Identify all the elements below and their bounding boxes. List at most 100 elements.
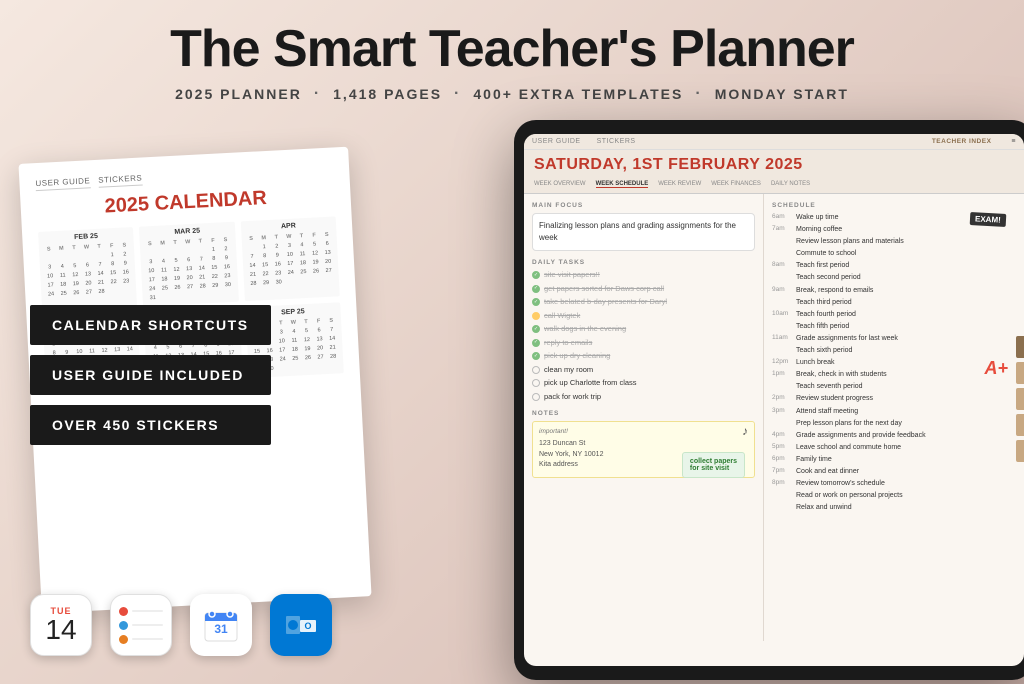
task-check-10[interactable] [532, 393, 540, 401]
calendar-day-number: 14 [45, 616, 76, 644]
sched-21: 6pm Family time [772, 455, 1016, 464]
task-check-6[interactable]: ✓ [532, 339, 540, 347]
task-check-8[interactable] [532, 366, 540, 374]
task-check-5[interactable]: ✓ [532, 325, 540, 333]
task-text-10: pack for work trip [544, 392, 601, 403]
tablet-nav-tabs: WEEK OVERVIEW WEEK SCHEDULE WEEK REVIEW … [524, 178, 1024, 194]
page-title: The Smart Teacher's Planner [0, 22, 1024, 77]
dot-3: · [695, 85, 702, 103]
task-check-4[interactable] [532, 312, 540, 320]
aplus-badge: A+ [984, 358, 1008, 379]
badge-stickers: OVER 450 STICKERS [30, 405, 271, 445]
teacher-index-label: TEACHER INDEX [932, 138, 992, 145]
sched-17: 3pm Attend staff meeting [772, 407, 1016, 416]
task-text-4: call Wigtek [544, 311, 580, 322]
task-3: ✓ take belated b-day presents for Daryl [532, 297, 755, 308]
badge-user-guide: USER GUIDE INCLUDED [30, 355, 271, 395]
task-text-5: walk dogs in the evening [544, 324, 626, 335]
side-tab-3[interactable] [1016, 388, 1024, 410]
task-4: call Wigtek [532, 311, 755, 322]
tablet-tab-user-guide[interactable]: USER GUIDE [532, 138, 581, 145]
sched-4: Commute to school [772, 249, 1016, 258]
tablet-left-col: MAIN FOCUS Finalizing lesson plans and g… [524, 194, 764, 641]
tablet-outer: USER GUIDE STICKERS TEACHER INDEX ≡ SATU… [514, 120, 1024, 680]
header: The Smart Teacher's Planner 2025 PLANNER… [0, 0, 1024, 103]
cal-apr: APR SMTWTFS 123456 78910111213 141516171… [240, 216, 339, 301]
outlook-icon[interactable]: O [270, 594, 332, 656]
sched-8: Teach third period [772, 298, 1016, 307]
task-check-1[interactable]: ✓ [532, 271, 540, 279]
tablet-tab-stickers[interactable]: STICKERS [597, 138, 636, 145]
important-label: important! [539, 428, 748, 435]
sched-12: Teach sixth period [772, 346, 1016, 355]
sched-14: 1pm Break, check in with students [772, 370, 1016, 379]
side-tab-2[interactable] [1016, 362, 1024, 384]
task-text-6: reply to emails [544, 338, 592, 349]
daily-tasks-label: DAILY TASKS [532, 259, 755, 266]
task-text-2: get papers sorted for Daws corp call [544, 284, 664, 295]
task-check-7[interactable]: ✓ [532, 352, 540, 360]
dot-1: · [314, 85, 321, 103]
main-focus-label: MAIN FOCUS [532, 202, 755, 209]
task-9: pick up Charlotte from class [532, 378, 755, 389]
nav-week-review[interactable]: WEEK REVIEW [658, 181, 701, 188]
task-10: pack for work trip [532, 392, 755, 403]
task-check-2[interactable]: ✓ [532, 285, 540, 293]
sched-20: 5pm Leave school and commute home [772, 443, 1016, 452]
main-focus-box: Finalizing lesson plans and grading assi… [532, 213, 755, 251]
schedule-list: EXAM! A+ 6am Wake up time 7am Morning co… [772, 213, 1016, 512]
side-tab-5[interactable] [1016, 440, 1024, 462]
subtitle-part-2: 1,418 PAGES [333, 86, 442, 102]
hamburger-icon: ≡ [1011, 138, 1016, 145]
sched-13: 12pm Lunch break [772, 358, 1016, 367]
nav-week-finances[interactable]: WEEK FINANCES [711, 181, 761, 188]
tablet-top-tabs: USER GUIDE STICKERS TEACHER INDEX ≡ [524, 134, 1024, 150]
side-tab-4[interactable] [1016, 414, 1024, 436]
sched-25: Relax and unwind [772, 503, 1016, 512]
sched-18: Prep lesson plans for the next day [772, 419, 1016, 428]
paper-tab-1: USER GUIDE [35, 176, 90, 191]
sched-23: 8pm Review tomorrow's schedule [772, 479, 1016, 488]
sched-3: Review lesson plans and materials [772, 237, 1016, 246]
nav-week-schedule[interactable]: WEEK SCHEDULE [596, 181, 649, 188]
subtitle-part-4: MONDAY START [715, 86, 849, 102]
side-tabs [1016, 336, 1024, 464]
exam-sticker: EXAM! [970, 212, 1006, 227]
task-text-3: take belated b-day presents for Daryl [544, 297, 667, 308]
sched-9: 10am Teach fourth period [772, 310, 1016, 319]
task-text-1: site visit papers!! [544, 270, 600, 281]
tablet-mockup: USER GUIDE STICKERS TEACHER INDEX ≡ SATU… [514, 120, 1024, 680]
paper-calendar-title: 2025 CALENDAR [36, 183, 335, 222]
outlook-logo: O [282, 606, 320, 644]
sched-11: 11am Grade assignments for last week [772, 334, 1016, 343]
subtitle-part-1: 2025 PLANNER [175, 86, 302, 102]
music-note-icon: ♪ [742, 424, 748, 438]
apple-calendar-icon[interactable]: TUE 14 [30, 594, 92, 656]
task-text-9: pick up Charlotte from class [544, 378, 637, 389]
nav-daily-notes[interactable]: DAILY NOTES [771, 181, 810, 188]
tasks-icon[interactable] [110, 594, 172, 656]
tablet-body: MAIN FOCUS Finalizing lesson plans and g… [524, 194, 1024, 641]
tablet-date-header: SATURDAY, 1ST FEBRUARY 2025 [524, 150, 1024, 178]
app-icons-row: TUE 14 31 [30, 594, 332, 656]
feature-badges: CALENDAR SHORTCUTS USER GUIDE INCLUDED O… [30, 305, 271, 445]
sched-15: Teach seventh period [772, 382, 1016, 391]
sched-24: Read or work on personal projects [772, 491, 1016, 500]
side-tab-1[interactable] [1016, 336, 1024, 358]
sched-5: 8am Teach first period [772, 261, 1016, 270]
task-text-7: pick up dry cleaning [544, 351, 610, 362]
sched-10: Teach fifth period [772, 322, 1016, 331]
google-calendar-icon[interactable]: 31 [190, 594, 252, 656]
task-8: clean my room [532, 365, 755, 376]
nav-week-overview[interactable]: WEEK OVERVIEW [534, 181, 586, 188]
task-check-3[interactable]: ✓ [532, 298, 540, 306]
task-check-9[interactable] [532, 379, 540, 387]
dot-2: · [454, 85, 461, 103]
schedule-label: SCHEDULE [772, 202, 1016, 209]
tablet-date: SATURDAY, 1ST FEBRUARY 2025 [534, 156, 803, 174]
sched-7: 9am Break, respond to emails [772, 286, 1016, 295]
task-6: ✓ reply to emails [532, 338, 755, 349]
task-1: ✓ site visit papers!! [532, 270, 755, 281]
tablet-right-col: SCHEDULE EXAM! A+ 6am Wake up time 7am M… [764, 194, 1024, 641]
tablet-screen: USER GUIDE STICKERS TEACHER INDEX ≡ SATU… [524, 134, 1024, 666]
